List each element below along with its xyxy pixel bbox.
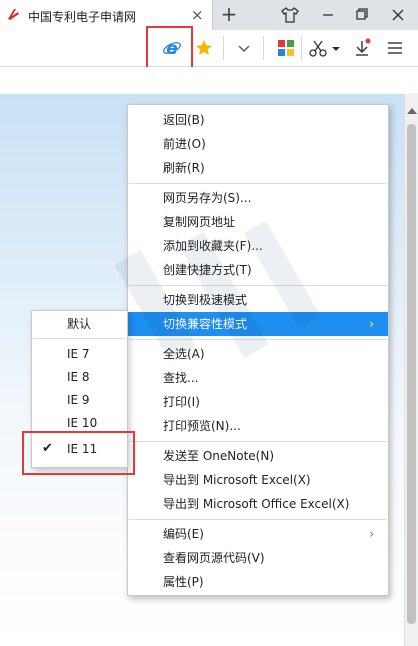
close-window-icon[interactable] (388, 6, 408, 24)
menu-item-label: 编码(E) (163, 527, 204, 541)
submenu-item-default[interactable]: 默认 (32, 313, 127, 335)
menu-item-send-onenote[interactable]: 发送至 OneNote(N) (128, 444, 388, 468)
apps-grid-icon[interactable] (276, 38, 296, 58)
submenu-item-ie7[interactable]: IE 7 (32, 343, 127, 365)
scroll-up-icon[interactable] (407, 108, 417, 114)
menu-item-view-source[interactable]: 查看网页源代码(V) (128, 546, 388, 570)
menu-item-add-favorite[interactable]: 添加到收藏夹(F)... (128, 234, 388, 258)
menu-item-refresh[interactable]: 刷新(R) (128, 156, 388, 180)
menu-item-select-all[interactable]: 全选(A) (128, 342, 388, 366)
menu-divider (129, 285, 387, 286)
menu-item-compat-mode[interactable]: 切换兼容性模式 › (128, 312, 388, 336)
menu-item-export-excel[interactable]: 导出到 Microsoft Excel(X) (128, 468, 388, 492)
submenu-item-ie8[interactable]: IE 8 (32, 366, 127, 388)
ie11-highlight (22, 431, 135, 475)
context-menu: 返回(B) 前进(O) 刷新(R) 网页另存为(S)... 复制网页地址 添加到… (127, 104, 389, 596)
menu-divider (129, 519, 387, 520)
menu-item-speed-mode[interactable]: 切换到极速模式 (128, 288, 388, 312)
menu-item-save-as[interactable]: 网页另存为(S)... (128, 186, 388, 210)
scroll-thumb[interactable] (407, 124, 416, 624)
chevron-down-icon[interactable] (330, 38, 342, 58)
tab-bar: 中国专利电子申请网 × + (0, 0, 418, 30)
chevron-down-icon[interactable] (234, 38, 254, 58)
tab-title: 中国专利电子申请网 (28, 10, 137, 24)
toolbar-spacer (0, 67, 418, 93)
maximize-icon[interactable] (352, 6, 372, 24)
browser-toolbar: e (0, 26, 418, 70)
menu-item-print[interactable]: 打印(I) (128, 390, 388, 414)
chevron-right-icon: › (369, 527, 374, 541)
ie-mode-highlight (146, 26, 193, 70)
menu-item-print-preview[interactable]: 打印预览(N)... (128, 414, 388, 438)
menu-item-back[interactable]: 返回(B) (128, 108, 388, 132)
menu-item-copy-url[interactable]: 复制网页地址 (128, 210, 388, 234)
menu-item-properties[interactable]: 属性(P) (128, 570, 388, 594)
menu-divider (129, 441, 387, 442)
scissors-icon[interactable] (308, 38, 328, 58)
menu-divider (129, 183, 387, 184)
menu-divider (33, 338, 126, 339)
menu-icon[interactable] (385, 38, 405, 58)
submenu-item-ie9[interactable]: IE 9 (32, 389, 127, 411)
chevron-right-icon: › (369, 317, 374, 331)
menu-divider (129, 339, 387, 340)
vertical-scrollbar[interactable] (404, 94, 418, 646)
menu-item-find[interactable]: 查找... (128, 366, 388, 390)
plus-icon[interactable]: + (218, 3, 240, 25)
menu-item-label: 切换兼容性模式 (163, 317, 248, 331)
tab-favicon-icon (8, 9, 19, 20)
download-icon[interactable] (352, 38, 372, 58)
shirt-icon[interactable] (280, 6, 300, 24)
minimize-icon[interactable] (318, 6, 338, 24)
menu-item-forward[interactable]: 前进(O) (128, 132, 388, 156)
menu-item-create-shortcut[interactable]: 创建快捷方式(T) (128, 258, 388, 282)
star-icon[interactable] (194, 38, 214, 58)
menu-item-export-office-excel[interactable]: 导出到 Microsoft Office Excel(X) (128, 492, 388, 516)
close-icon[interactable]: × (191, 6, 204, 24)
menu-item-encoding[interactable]: 编码(E) › (128, 522, 388, 546)
